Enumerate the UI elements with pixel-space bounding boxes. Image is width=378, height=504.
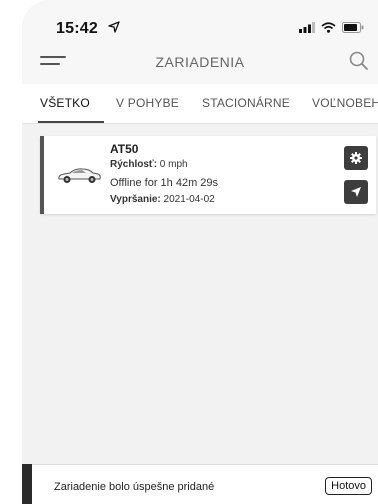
status-time: 15:42 xyxy=(56,20,98,37)
location-arrow-icon xyxy=(108,21,120,33)
active-tab-indicator xyxy=(38,121,104,123)
snackbar: Zariadenie bolo úspešne pridané Hotovo xyxy=(32,464,378,504)
search-icon[interactable] xyxy=(348,50,370,72)
device-status: Offline for 1h 42m 29s xyxy=(110,177,219,189)
device-settings-button[interactable] xyxy=(344,146,368,170)
signal-icon xyxy=(299,22,315,33)
wifi-icon xyxy=(321,22,336,33)
speed-label: Rýchlosť: xyxy=(110,159,158,170)
status-icons xyxy=(299,22,364,33)
status-bar: 15:42 xyxy=(22,0,378,40)
navigate-icon xyxy=(351,187,361,197)
gear-icon xyxy=(350,152,362,164)
tab-moving[interactable]: V POHYBE xyxy=(116,96,179,110)
device-card[interactable]: AT50 Rýchlosť: 0 mph Offline for 1h 42m … xyxy=(40,136,376,214)
device-expiry: Vypršanie: 2021-04-02 xyxy=(110,194,215,205)
done-button[interactable]: Hotovo xyxy=(325,477,372,495)
device-navigate-button[interactable] xyxy=(344,180,368,204)
filter-tabs: VŠETKO V POHYBE STACIONÁRNE VOĽNOBEH xyxy=(22,84,378,124)
tab-all[interactable]: VŠETKO xyxy=(40,96,90,110)
snackbar-message: Zariadenie bolo úspešne pridané xyxy=(54,481,215,493)
device-speed: Rýchlosť: 0 mph xyxy=(110,159,188,170)
expiry-value: 2021-04-02 xyxy=(160,194,215,205)
app-header: ZARIADENIA xyxy=(22,40,378,84)
expiry-label: Vypršanie: xyxy=(110,194,161,205)
page-title: ZARIADENIA xyxy=(155,54,245,70)
snackbar-edge xyxy=(22,464,32,504)
tab-idle[interactable]: VOĽNOBEH xyxy=(312,96,378,110)
speed-value: 0 mph xyxy=(157,159,188,170)
device-name: AT50 xyxy=(110,142,139,156)
tab-stationary[interactable]: STACIONÁRNE xyxy=(202,96,290,110)
battery-icon xyxy=(342,22,364,33)
car-icon xyxy=(58,168,101,183)
phone-screen: 15:42 ZARIADENIA VŠETKO V POHYBE STACION… xyxy=(22,0,378,504)
